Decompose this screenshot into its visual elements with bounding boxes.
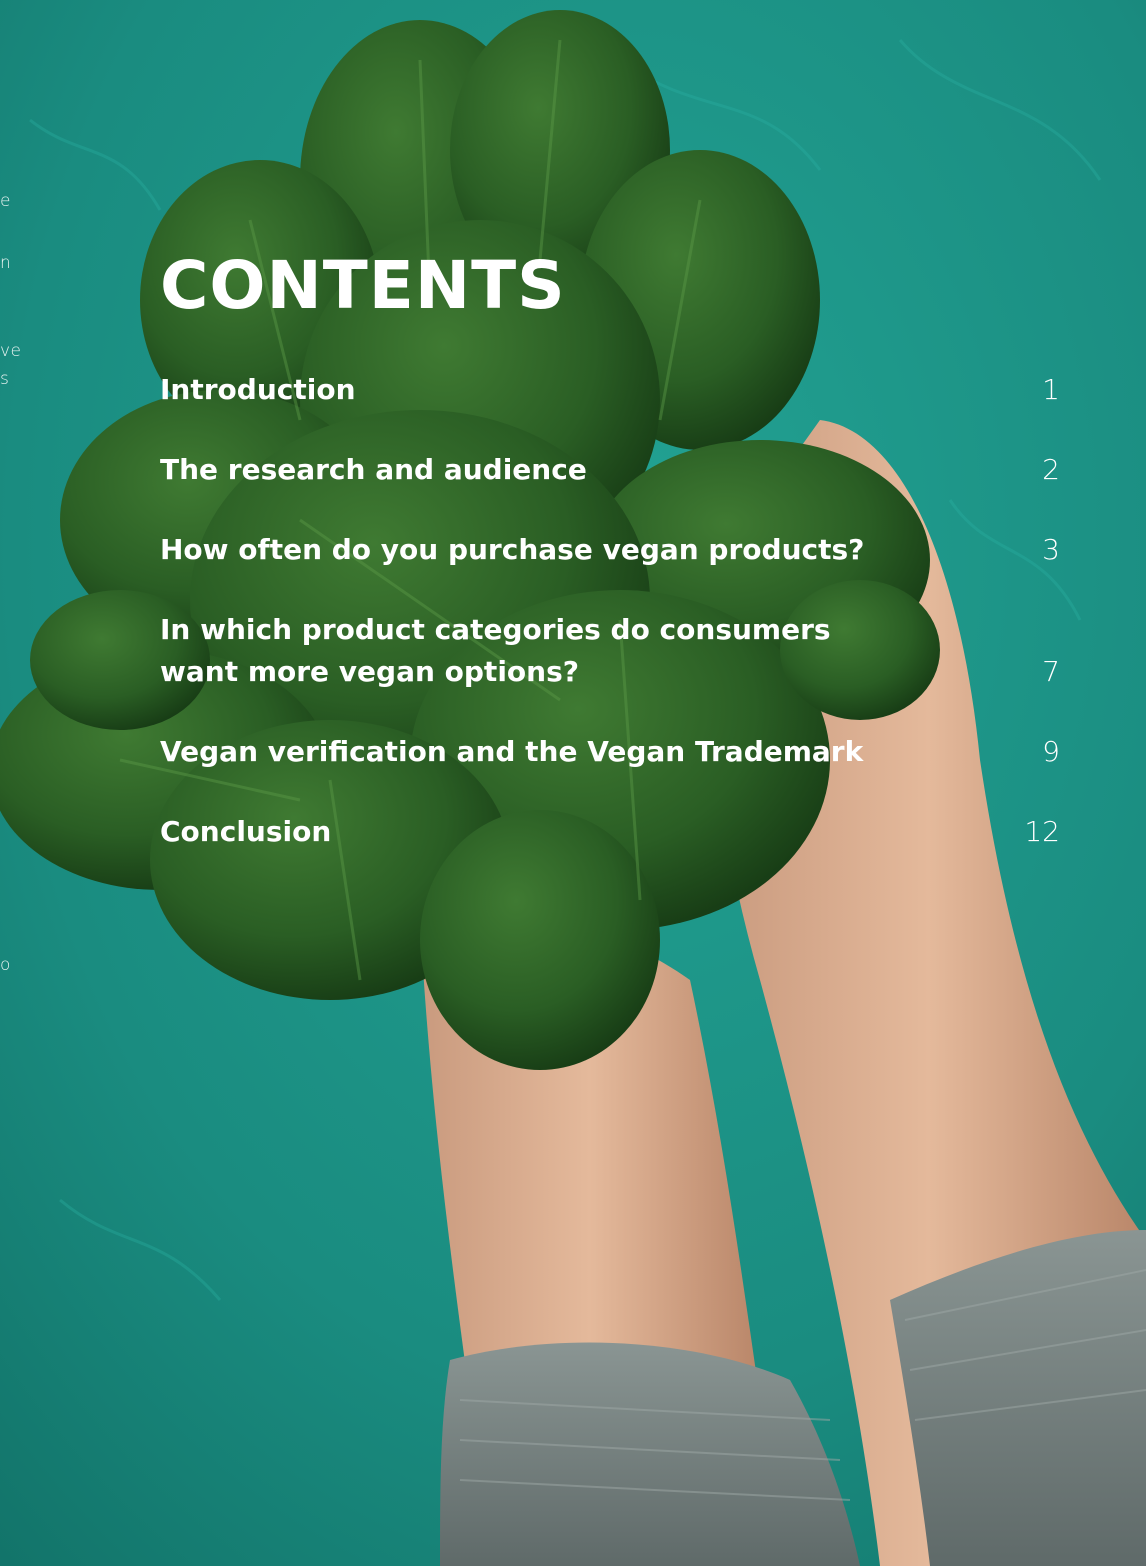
toc-entry-page-number: 3 [1042,533,1060,566]
toc-entry-label: Vegan verification and the Vegan Tradema… [160,735,864,768]
edge-text-fragment: e [0,191,11,211]
toc-entry-introduction[interactable]: Introduction 1 [160,369,1060,411]
toc-entry-conclusion[interactable]: Conclusion 12 [160,811,1060,853]
toc-entry-page-number: 9 [1042,735,1060,768]
toc-entry-page-number: 1 [1042,373,1060,406]
toc-entry-product-categories[interactable]: In which product categories do consumers… [160,609,1060,693]
toc-entry-vegan-verification[interactable]: Vegan verification and the Vegan Tradema… [160,731,1060,773]
toc-entry-page-number: 2 [1042,453,1060,486]
toc-entry-page-number: 12 [1024,815,1060,848]
toc-entry-label: The research and audience [160,453,587,486]
edge-text-fragment: o [0,955,11,975]
toc-entry-label: Conclusion [160,815,332,848]
edge-text-fragment: ve [0,341,22,361]
edge-text-fragment: s [0,369,10,389]
toc-entry-label: In which product categories do consumers… [160,613,831,688]
toc-entry-label: How often do you purchase vegan products… [160,533,865,566]
toc-entry-label: Introduction [160,373,356,406]
background-photo [0,0,1146,1566]
toc-entry-purchase-frequency[interactable]: How often do you purchase vegan products… [160,529,1060,571]
toc-entry-page-number: 7 [1042,655,1060,688]
toc-entry-research-audience[interactable]: The research and audience 2 [160,449,1060,491]
edge-text-fragment: n [0,253,12,273]
page-title: CONTENTS [160,247,566,324]
